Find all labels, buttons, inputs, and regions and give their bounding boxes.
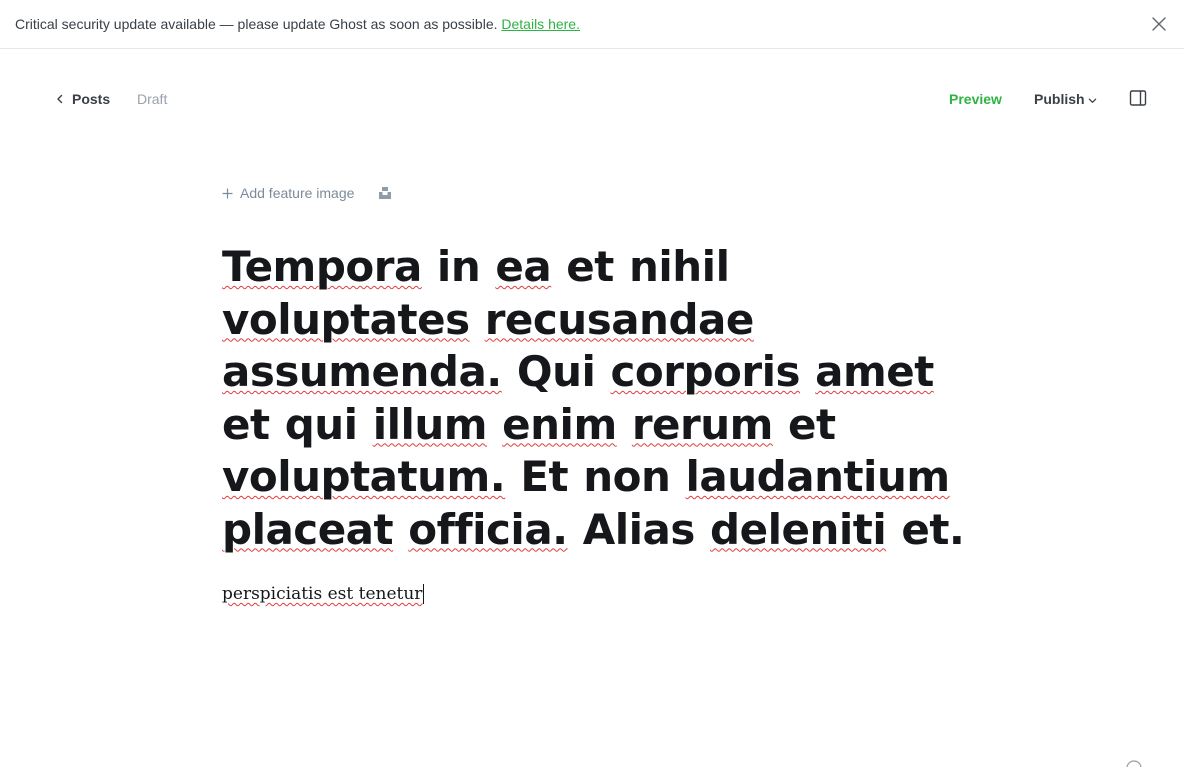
add-feature-image-button[interactable]: Add feature image [222, 185, 354, 201]
title-word: illum [372, 399, 488, 449]
title-word: voluptates [222, 294, 470, 344]
title-word: amet [815, 347, 934, 396]
add-feature-image-label: Add feature image [240, 185, 355, 201]
feature-image-row: Add feature image [222, 183, 392, 203]
security-alert-banner: Critical security update available — ple… [0, 0, 1184, 49]
editor-page: Critical security update available — ple… [0, 0, 1184, 767]
back-to-posts-link[interactable]: Posts [55, 89, 110, 109]
chevron-down-icon [1088, 98, 1096, 103]
publish-button[interactable]: Publish [1034, 91, 1097, 107]
alert-message-text: Critical security update available — ple… [15, 16, 498, 32]
help-icon[interactable] [1126, 760, 1142, 767]
title-word: voluptatum. [222, 452, 506, 501]
title-word: rerum [631, 399, 774, 449]
title-word: et [222, 399, 270, 449]
title-word: non [583, 452, 671, 501]
sidebar-toggle-icon[interactable] [1129, 89, 1147, 107]
post-status: Draft [137, 91, 168, 107]
title-word: enim [502, 399, 617, 449]
title-word: corporis [610, 347, 801, 396]
title-word: officia. [408, 504, 568, 554]
title-word: et. [901, 504, 965, 554]
alert-details-link[interactable]: Details here. [501, 16, 580, 32]
title-word: qui [284, 399, 358, 449]
title-word: et [566, 242, 614, 291]
title-word: ea [495, 242, 552, 291]
plus-icon [222, 188, 233, 198]
title-word: Et [520, 452, 569, 501]
alert-message: Critical security update available — ple… [15, 16, 580, 33]
text-cursor [423, 584, 425, 604]
close-icon[interactable] [1150, 15, 1168, 33]
title-word: Alias [582, 504, 696, 554]
unsplash-icon[interactable] [378, 186, 392, 200]
title-word: in [436, 242, 481, 291]
publish-label: Publish [1034, 91, 1085, 107]
title-word: Qui [516, 347, 596, 396]
title-word: et [788, 399, 836, 449]
preview-button[interactable]: Preview [949, 91, 1002, 107]
title-word: deleniti [710, 504, 887, 554]
title-word: Tempora [222, 242, 422, 291]
title-word: nihil [628, 242, 730, 291]
title-word: placeat [222, 504, 394, 554]
post-body-editor[interactable]: perspiciatis est tenetur [222, 582, 425, 606]
chevron-left-icon [57, 94, 63, 104]
back-label: Posts [72, 91, 111, 107]
title-word: laudantium [685, 452, 951, 501]
post-body-text: perspiciatis est tenetur [222, 584, 423, 604]
title-word: recusandae [484, 294, 755, 344]
post-title[interactable]: Tempora in ea et nihil voluptates recusa… [222, 241, 982, 556]
title-word: assumenda. [222, 347, 502, 396]
